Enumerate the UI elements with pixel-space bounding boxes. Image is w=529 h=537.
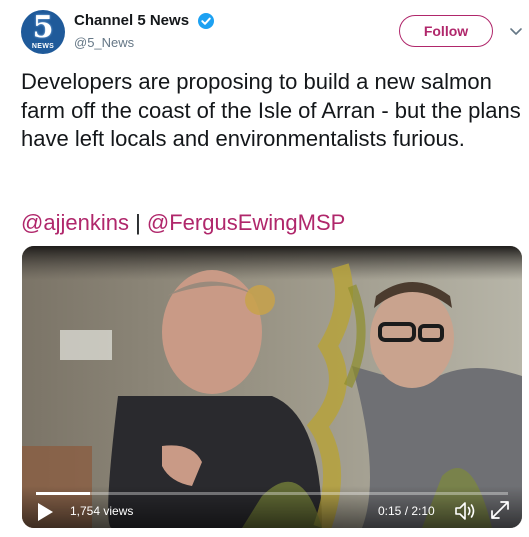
view-count: 1,754 views — [70, 504, 134, 518]
fullscreen-icon[interactable] — [490, 500, 510, 520]
tweet-text: Developers are proposing to build a new … — [21, 69, 521, 151]
account-handle[interactable]: @5_News — [74, 35, 134, 50]
video-player[interactable]: 1,754 views 0:15 / 2:10 — [22, 246, 522, 528]
display-name[interactable]: Channel 5 News — [74, 12, 189, 29]
mention-link-fergusewingmsp[interactable]: @FergusEwingMSP — [147, 210, 345, 235]
avatar-text: NEWS — [31, 43, 55, 50]
follow-button[interactable]: Follow — [399, 15, 493, 47]
video-progress-bar[interactable] — [36, 492, 508, 495]
play-icon[interactable] — [36, 502, 54, 522]
mention-separator: | — [135, 210, 141, 235]
tweet-mentions: @ajjenkins | @FergusEwingMSP — [21, 209, 345, 237]
avatar[interactable]: 5 NEWS — [21, 10, 65, 54]
verified-icon — [198, 13, 214, 29]
tweet-header: 5 NEWS Channel 5 News @5_News Follow — [0, 0, 529, 62]
video-progress-fill — [36, 492, 91, 495]
chevron-down-icon[interactable] — [508, 23, 524, 39]
video-time: 0:15 / 2:10 — [378, 504, 435, 518]
volume-icon[interactable] — [454, 500, 478, 522]
video-controls: 1,754 views 0:15 / 2:10 — [22, 486, 522, 528]
mention-link-ajjenkins[interactable]: @ajjenkins — [21, 210, 129, 235]
